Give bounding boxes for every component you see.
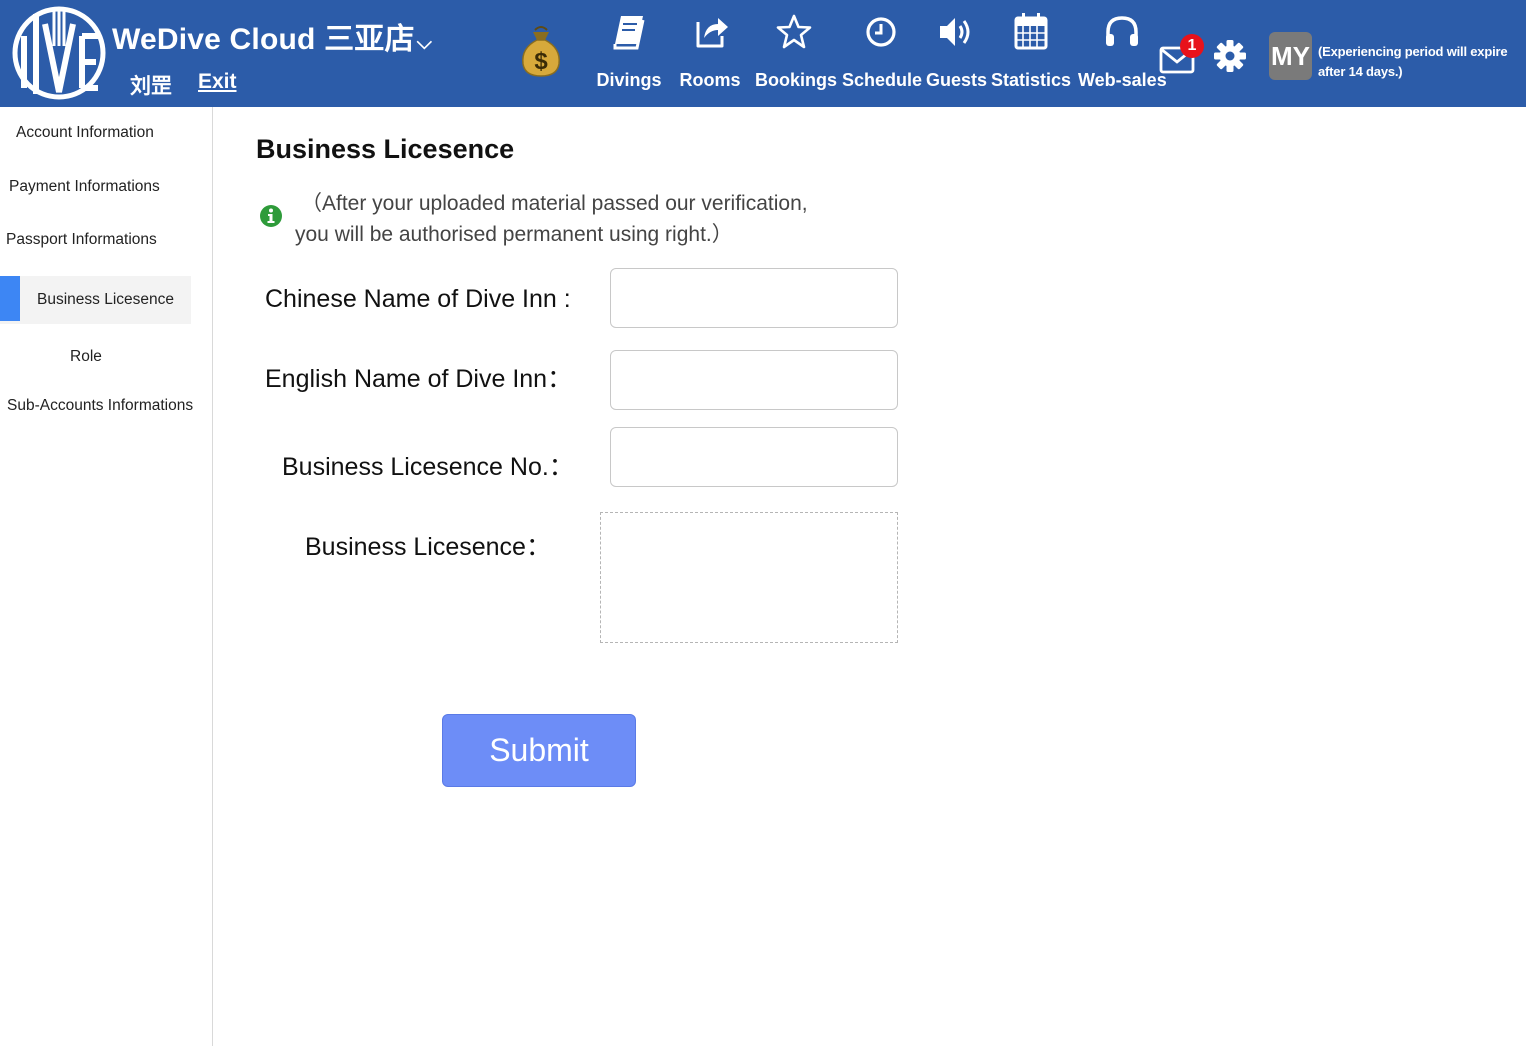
gear-icon[interactable] [1212,38,1248,74]
chinese-name-input[interactable] [610,268,898,328]
sidebar-item-sub-accounts-informations[interactable]: Sub-Accounts Informations [7,397,193,415]
nav-guests[interactable]: Guests [926,10,988,100]
nav-divings[interactable]: Divings [596,10,662,100]
notice-line-2: you will be authorised permanent using r… [295,223,733,246]
licence-upload-area[interactable] [600,512,898,643]
nav-statistics[interactable]: Statistics [991,10,1071,100]
headphones-icon [1106,16,1138,46]
dive-logo-icon [12,6,106,100]
english-name-input[interactable] [610,350,898,410]
trial-notice: (Experiencing period will expire after 1… [1318,44,1508,79]
sidebar-item-role[interactable]: Role [70,348,102,366]
nav-label: Web-sales [1078,70,1167,90]
licence-number-input[interactable] [610,427,898,487]
licence-number-label: Business Licesence No.： [282,453,574,481]
sidebar-item-passport-informations[interactable]: Passport Informations [6,231,157,249]
exit-link[interactable]: Exit [198,70,237,94]
calendar-icon [1014,13,1048,50]
nav-label: Statistics [991,70,1072,90]
notice-line-1: （After your uploaded material passed our… [301,192,808,215]
notification-badge: 1 [1180,34,1204,58]
speaker-icon [940,18,970,46]
page-title: Business Licesence [256,134,515,164]
nav-schedule[interactable]: Schedule [842,10,923,100]
info-icon [260,205,282,227]
money-bag-icon[interactable]: $ [519,24,563,78]
submit-button[interactable]: Submit [442,714,636,787]
chinese-name-label: Chinese Name of Dive Inn : [265,285,571,313]
verification-notice: （After your uploaded material passed our… [295,188,808,250]
book-icon [613,16,645,50]
top-bar: WeDive Cloud 三亚店 ⌵ 刘罡 Exit $ Divings Room… [0,0,1526,107]
clock-icon [866,17,896,47]
chevron-down-icon: ⌵ [416,32,433,54]
nav-web-sales[interactable]: Web-sales [1078,10,1167,100]
english-name-label: English Name of Dive Inn： [265,365,573,393]
nav-label: Guests [926,70,988,90]
nav-label: Bookings [755,70,838,90]
sidebar-item-business-licesence[interactable]: Business Licesence [37,291,174,309]
user-name: 刘罡 [130,75,172,98]
brand-text: WeDive Cloud 三亚店 [112,23,415,56]
share-icon [696,18,728,48]
sidebar-item-account-information[interactable]: Account Information [16,124,154,142]
brand-title[interactable]: WeDive Cloud 三亚店 ⌵ [112,14,432,58]
svg-text:$: $ [534,48,548,75]
nav-bookings[interactable]: Bookings [755,10,838,100]
sidebar: Account Information Payment Informations… [0,107,213,1046]
nav-label: Divings [596,70,662,90]
licence-upload-label: Business Licesence： [305,533,551,561]
nav-rooms[interactable]: Rooms [678,10,742,100]
nav-label: Rooms [679,70,741,90]
active-item-indicator [0,276,20,321]
sidebar-item-payment-informations[interactable]: Payment Informations [9,178,160,196]
star-icon [776,14,812,49]
avatar[interactable]: MY [1269,32,1312,80]
nav-label: Schedule [842,70,923,90]
